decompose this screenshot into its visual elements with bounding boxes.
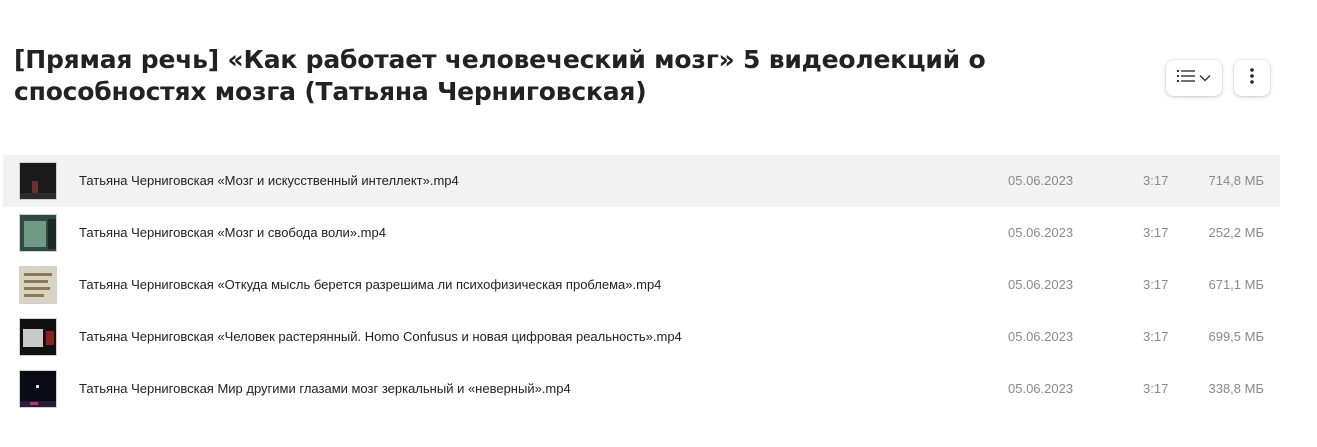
file-duration: 3:17: [1143, 173, 1169, 188]
video-thumbnail: [19, 318, 57, 356]
video-thumbnail: [19, 162, 57, 200]
video-thumbnail: [19, 266, 57, 304]
file-list: Татьяна Черниговская «Мозг и искусственн…: [3, 155, 1280, 415]
file-size: 338,8 МБ: [1208, 381, 1264, 396]
file-duration: 3:17: [1143, 277, 1169, 292]
folder-title: [Прямая речь] «Как работает человеческий…: [14, 45, 986, 106]
more-vertical-icon: [1250, 67, 1254, 89]
video-thumbnail: [19, 214, 57, 252]
file-date: 05.06.2023: [1008, 329, 1074, 344]
file-date: 05.06.2023: [1008, 277, 1074, 292]
file-name: Татьяна Черниговская «Откуда мысль берет…: [79, 277, 662, 292]
file-row[interactable]: Татьяна Черниговская «Откуда мысль берет…: [3, 259, 1280, 311]
file-row[interactable]: Татьяна Черниговская «Человек растерянны…: [3, 311, 1280, 363]
file-duration: 3:17: [1143, 381, 1169, 396]
file-name: Татьяна Черниговская Мир другими глазами…: [79, 381, 571, 396]
video-thumbnail: [19, 370, 57, 408]
file-date: 05.06.2023: [1008, 381, 1074, 396]
file-row[interactable]: Татьяна Черниговская Мир другими глазами…: [3, 363, 1280, 415]
file-size: 252,2 МБ: [1208, 225, 1264, 240]
file-row[interactable]: Татьяна Черниговская «Мозг и свобода вол…: [3, 207, 1280, 259]
file-name: Татьяна Черниговская «Мозг и искусственн…: [79, 173, 459, 188]
file-date: 05.06.2023: [1008, 225, 1074, 240]
file-size: 671,1 МБ: [1208, 277, 1264, 292]
file-name: Татьяна Черниговская «Мозг и свобода вол…: [79, 225, 386, 240]
view-mode-button[interactable]: [1166, 60, 1222, 96]
file-size: 699,5 МБ: [1208, 329, 1264, 344]
file-row[interactable]: Татьяна Черниговская «Мозг и искусственн…: [3, 155, 1280, 207]
file-name: Татьяна Черниговская «Человек растерянны…: [79, 329, 682, 344]
file-duration: 3:17: [1143, 225, 1169, 240]
file-duration: 3:17: [1143, 329, 1169, 344]
file-date: 05.06.2023: [1008, 173, 1074, 188]
list-view-icon: [1177, 69, 1195, 88]
file-size: 714,8 МБ: [1208, 173, 1264, 188]
chevron-down-icon: [1199, 69, 1211, 87]
more-actions-button[interactable]: [1234, 60, 1270, 96]
